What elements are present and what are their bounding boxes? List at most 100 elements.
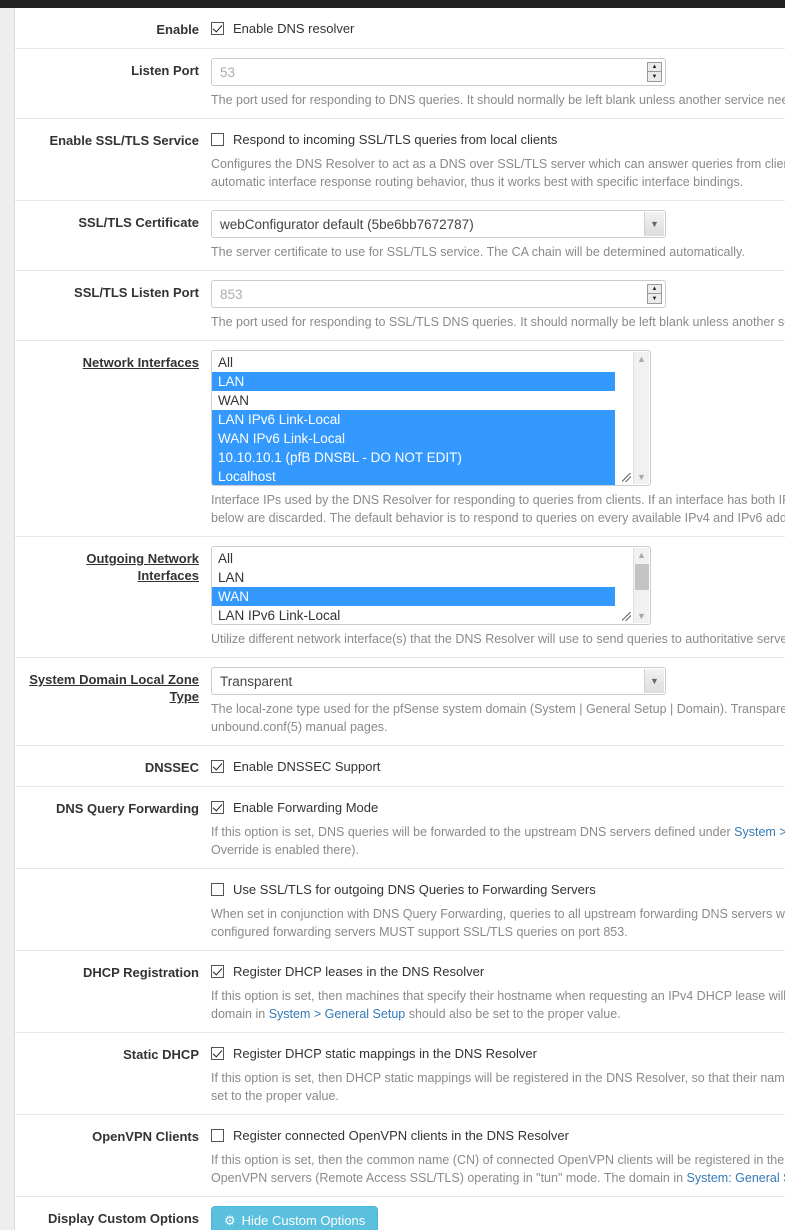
register-openvpn-clients-label: Register connected OpenVPN clients in th… bbox=[233, 1127, 569, 1143]
scrollbar-thumb[interactable] bbox=[635, 564, 649, 590]
dns-resolver-settings-page: Enable Enable DNS resolver Listen Port 5… bbox=[0, 0, 785, 1230]
ssl-tls-forwarding-help-line1: When set in conjunction with DNS Query F… bbox=[211, 907, 785, 921]
stepper-down-icon[interactable]: ▼ bbox=[648, 294, 661, 303]
stepper-up-icon[interactable]: ▲ bbox=[648, 63, 661, 72]
top-navbar bbox=[0, 0, 785, 8]
network-interfaces-help-line2: below are discarded. The default behavio… bbox=[211, 511, 785, 525]
system-domain-help-line1: The local-zone type used for the pfSense… bbox=[211, 702, 785, 716]
form-row-ssl-tls-listen-port: SSL/TLS Listen Port 853 ▲ ▼ The port use… bbox=[15, 271, 785, 341]
ssl-tls-certificate-help: The server certificate to use for SSL/TL… bbox=[211, 245, 745, 259]
ssl-tls-certificate-select[interactable]: webConfigurator default (5be6bb7672787) … bbox=[211, 210, 666, 238]
outgoing-network-interfaces-help: Utilize different network interface(s) t… bbox=[211, 632, 785, 646]
network-interfaces-options: All LAN WAN LAN IPv6 Link-Local WAN IPv6… bbox=[212, 353, 615, 485]
label-ssl-tls-certificate: SSL/TLS Certificate bbox=[78, 215, 199, 230]
openvpn-clients-help-line2: OpenVPN servers (Remote Access SSL/TLS) … bbox=[211, 1169, 785, 1187]
stepper-up-icon[interactable]: ▲ bbox=[648, 285, 661, 294]
checkbox-box[interactable] bbox=[211, 21, 224, 35]
enable-dns-resolver-label: Enable DNS resolver bbox=[233, 20, 355, 36]
listen-port-input[interactable]: 53 ▲ ▼ bbox=[211, 58, 666, 86]
scroll-down-icon[interactable]: ▼ bbox=[637, 470, 646, 484]
list-item[interactable]: LAN IPv6 Link-Local bbox=[212, 606, 615, 624]
register-dhcp-leases-label: Register DHCP leases in the DNS Resolver bbox=[233, 963, 485, 979]
openvpn-clients-help-line1: If this option is set, then the common n… bbox=[211, 1153, 785, 1167]
help-text-pre: OpenVPN servers (Remote Access SSL/TLS) … bbox=[211, 1171, 687, 1185]
dns-query-forwarding-help-line1: If this option is set, DNS queries will … bbox=[211, 823, 785, 841]
static-dhcp-help-line1: If this option is set, then DHCP static … bbox=[211, 1071, 785, 1085]
register-dhcp-leases-checkbox[interactable]: Register DHCP leases in the DNS Resolver bbox=[211, 960, 785, 982]
label-network-interfaces: Network Interfaces bbox=[82, 355, 199, 370]
general-setup-link[interactable]: System: General Setup bbox=[687, 1171, 785, 1185]
general-setup-link[interactable]: System > General Setup bbox=[269, 1007, 406, 1021]
label-dhcp-registration: DHCP Registration bbox=[82, 965, 199, 980]
stepper-down-icon[interactable]: ▼ bbox=[648, 72, 661, 81]
checkbox-box[interactable] bbox=[211, 800, 224, 814]
system-domain-local-zone-type-select[interactable]: Transparent ▼ bbox=[211, 667, 666, 695]
listbox-scrollbar[interactable]: ▲ ▼ bbox=[633, 548, 649, 623]
respond-ssl-tls-checkbox[interactable]: Respond to incoming SSL/TLS queries from… bbox=[211, 128, 785, 150]
checkbox-box[interactable] bbox=[211, 759, 224, 773]
register-static-mappings-checkbox[interactable]: Register DHCP static mappings in the DNS… bbox=[211, 1042, 785, 1064]
form-row-enable: Enable Enable DNS resolver bbox=[15, 8, 785, 49]
outgoing-network-interfaces-listbox[interactable]: All LAN WAN LAN IPv6 Link-Local ▲ ▼ bbox=[211, 546, 651, 625]
form-row-display-custom-options: Display Custom Options ⚙ Hide Custom Opt… bbox=[15, 1197, 785, 1230]
resize-grip-icon[interactable] bbox=[622, 473, 631, 482]
enable-ssl-tls-help-line1: Configures the DNS Resolver to act as a … bbox=[211, 157, 785, 171]
use-ssl-tls-forwarding-label: Use SSL/TLS for outgoing DNS Queries to … bbox=[233, 881, 596, 897]
chevron-down-icon[interactable]: ▼ bbox=[644, 669, 664, 693]
checkbox-box[interactable] bbox=[211, 132, 224, 146]
help-text-post: should also be set to the proper value. bbox=[405, 1007, 621, 1021]
checkbox-box[interactable] bbox=[211, 1046, 224, 1060]
use-ssl-tls-forwarding-checkbox[interactable]: Use SSL/TLS for outgoing DNS Queries to … bbox=[211, 878, 785, 900]
enable-forwarding-mode-checkbox[interactable]: Enable Forwarding Mode bbox=[211, 796, 785, 818]
label-openvpn-clients: OpenVPN Clients bbox=[92, 1129, 199, 1144]
scroll-up-icon[interactable]: ▲ bbox=[637, 548, 646, 562]
chevron-down-icon[interactable]: ▼ bbox=[644, 212, 664, 236]
respond-ssl-tls-label: Respond to incoming SSL/TLS queries from… bbox=[233, 131, 558, 147]
list-item[interactable]: WAN IPv6 Link-Local bbox=[212, 429, 615, 448]
listen-port-placeholder: 53 bbox=[220, 64, 236, 80]
label-ssl-tls-forwarding-empty bbox=[15, 878, 211, 882]
enable-dnssec-checkbox[interactable]: Enable DNSSEC Support bbox=[211, 755, 785, 777]
listbox-scrollbar[interactable]: ▲ ▼ bbox=[633, 352, 649, 484]
list-item[interactable]: WAN bbox=[212, 391, 615, 410]
label-ssl-tls-listen-port: SSL/TLS Listen Port bbox=[74, 285, 199, 300]
general-setup-link[interactable]: System > General Setup bbox=[734, 825, 785, 839]
form-row-static-dhcp: Static DHCP Register DHCP static mapping… bbox=[15, 1033, 785, 1115]
ssl-tls-listen-port-input[interactable]: 853 ▲ ▼ bbox=[211, 280, 666, 308]
ssl-tls-listen-port-stepper[interactable]: ▲ ▼ bbox=[647, 284, 662, 304]
static-dhcp-help-line2: set to the proper value. bbox=[211, 1089, 339, 1103]
list-item[interactable]: LAN bbox=[212, 568, 615, 587]
list-item[interactable]: WAN bbox=[212, 587, 615, 606]
dns-resolver-form-panel: Enable Enable DNS resolver Listen Port 5… bbox=[14, 8, 785, 1230]
network-interfaces-help-line1: Interface IPs used by the DNS Resolver f… bbox=[211, 493, 785, 507]
ssl-tls-forwarding-help-line2: configured forwarding servers MUST suppo… bbox=[211, 925, 628, 939]
list-item[interactable]: Localhost bbox=[212, 467, 615, 485]
outgoing-network-interfaces-options: All LAN WAN LAN IPv6 Link-Local bbox=[212, 549, 615, 624]
checkbox-box[interactable] bbox=[211, 1128, 224, 1142]
register-openvpn-clients-checkbox[interactable]: Register connected OpenVPN clients in th… bbox=[211, 1124, 785, 1146]
label-static-dhcp: Static DHCP bbox=[123, 1047, 199, 1062]
scroll-up-icon[interactable]: ▲ bbox=[637, 352, 646, 366]
list-item[interactable]: LAN bbox=[212, 372, 615, 391]
checkbox-box[interactable] bbox=[211, 964, 224, 978]
label-display-custom-options: Display Custom Options bbox=[48, 1211, 199, 1226]
hide-custom-options-label: Hide Custom Options bbox=[241, 1213, 366, 1228]
checkbox-box[interactable] bbox=[211, 882, 224, 896]
ssl-tls-listen-port-help: The port used for responding to SSL/TLS … bbox=[211, 315, 785, 329]
list-item[interactable]: All bbox=[212, 549, 615, 568]
form-row-dnssec: DNSSEC Enable DNSSEC Support bbox=[15, 746, 785, 787]
register-static-mappings-label: Register DHCP static mappings in the DNS… bbox=[233, 1045, 537, 1061]
resize-grip-icon[interactable] bbox=[622, 612, 631, 621]
help-text-pre: If this option is set, DNS queries will … bbox=[211, 825, 735, 839]
list-item[interactable]: LAN IPv6 Link-Local bbox=[212, 410, 615, 429]
label-enable-ssl-tls-service: Enable SSL/TLS Service bbox=[49, 133, 199, 148]
listen-port-stepper[interactable]: ▲ ▼ bbox=[647, 62, 662, 82]
list-item[interactable]: 10.10.10.1 (pfB DNSBL - DO NOT EDIT) bbox=[212, 448, 615, 467]
network-interfaces-listbox[interactable]: All LAN WAN LAN IPv6 Link-Local WAN IPv6… bbox=[211, 350, 651, 486]
help-text-pre: domain in bbox=[211, 1007, 269, 1021]
scroll-down-icon[interactable]: ▼ bbox=[637, 609, 646, 623]
label-listen-port: Listen Port bbox=[131, 63, 199, 78]
enable-dns-resolver-checkbox[interactable]: Enable DNS resolver bbox=[211, 17, 785, 39]
hide-custom-options-button[interactable]: ⚙ Hide Custom Options bbox=[211, 1206, 379, 1230]
list-item[interactable]: All bbox=[212, 353, 615, 372]
